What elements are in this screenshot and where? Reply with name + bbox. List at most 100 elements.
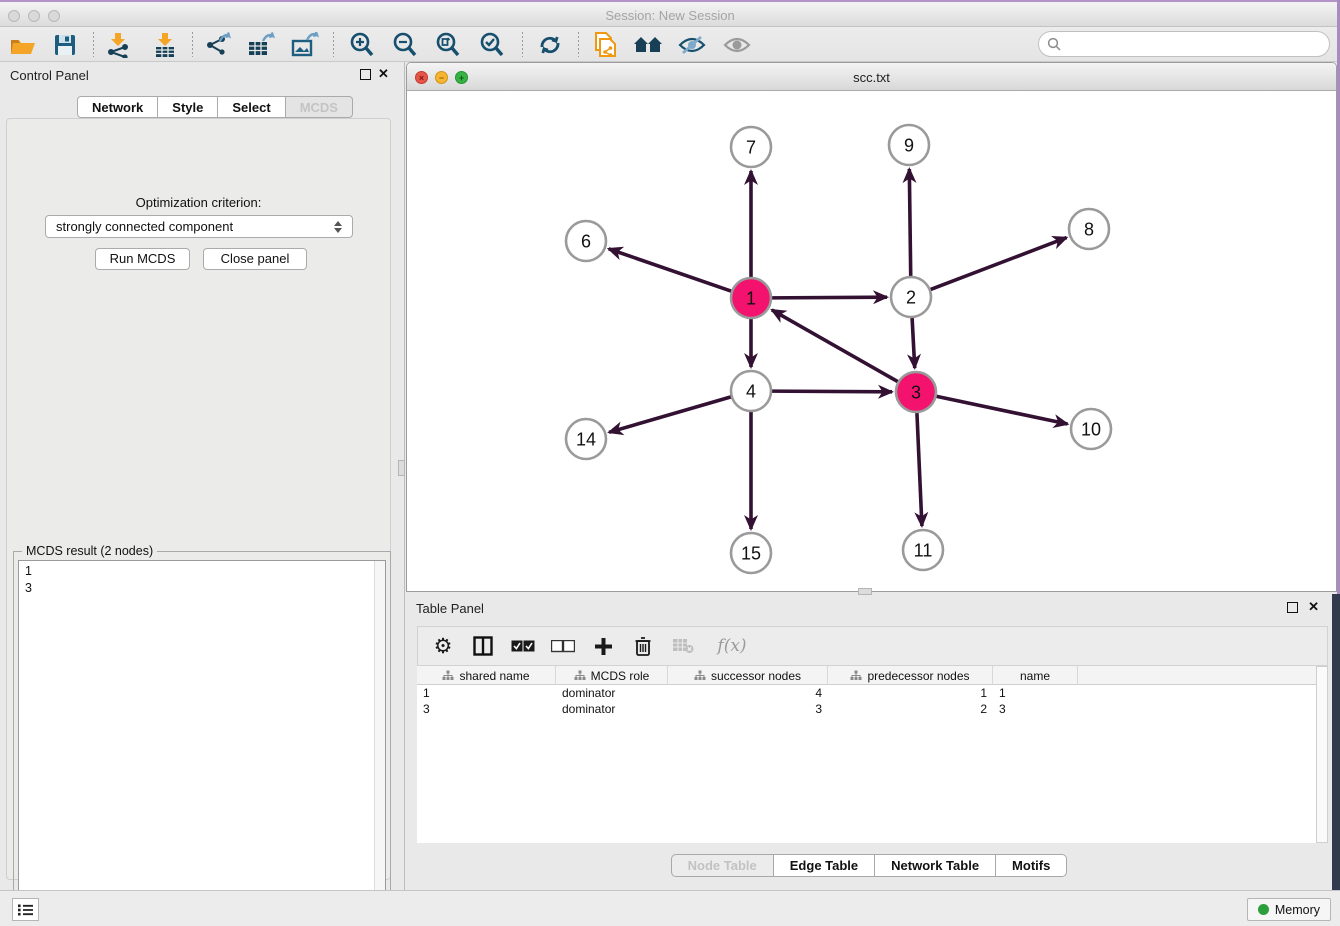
edge-3-11[interactable] (917, 412, 922, 526)
add-column-icon[interactable] (590, 633, 616, 659)
select-all-checks-icon[interactable] (510, 633, 536, 659)
edge-3-10[interactable] (936, 396, 1068, 424)
column-header-name[interactable]: name (993, 666, 1078, 685)
cell-successor-nodes-1[interactable]: 3 (668, 701, 828, 717)
tab-edge-table[interactable]: Edge Table (774, 854, 875, 877)
tab-style[interactable]: Style (158, 96, 218, 118)
vertical-splitter[interactable] (397, 62, 406, 890)
cell-predecessor-nodes-0[interactable]: 1 (828, 685, 993, 701)
open-folder-icon (10, 34, 36, 56)
edge-1-2[interactable] (771, 297, 887, 298)
export-network-button[interactable] (201, 30, 235, 59)
import-network-icon (105, 32, 131, 58)
mcds-panel: Optimization criterion: strongly connect… (6, 118, 391, 880)
edge-2-8[interactable] (930, 238, 1067, 290)
export-table-button[interactable] (244, 30, 278, 59)
control-panel-close-button[interactable]: ✕ (378, 66, 389, 82)
column-header-successor-nodes[interactable]: successor nodes (668, 666, 828, 685)
show-columns-icon[interactable] (470, 633, 496, 659)
network-canvas[interactable]: 1234678910111415 (407, 91, 1336, 592)
node-table[interactable]: shared nameMCDS rolesuccessor nodesprede… (417, 666, 1316, 843)
network-view-window: × − + scc.txt 1234678910111415 (406, 62, 1337, 592)
toolbar-separator (578, 32, 579, 57)
column-header-shared-name[interactable]: shared name (417, 666, 556, 685)
cell-predecessor-nodes-1[interactable]: 2 (828, 701, 993, 717)
export-image-button[interactable] (288, 30, 322, 59)
table-row-0[interactable]: 1dominator411 (417, 685, 1316, 701)
houses-icon (633, 34, 663, 56)
table-scrollbar[interactable] (1316, 666, 1328, 843)
mcds-result-scrollbar[interactable] (374, 561, 385, 926)
horizontal-splitter-grip[interactable] (858, 588, 872, 595)
hide-selected-button[interactable] (675, 30, 709, 59)
table-tabbar: Node TableEdge TableNetwork TableMotifs (406, 854, 1332, 877)
cell-mcds-role-0[interactable]: dominator (556, 685, 668, 701)
control-panel-float-button[interactable] (360, 69, 371, 80)
optimization-criterion-select[interactable]: strongly connected component (45, 215, 353, 238)
desktop-strip (1332, 594, 1340, 890)
run-mcds-button[interactable]: Run MCDS (95, 248, 190, 270)
zoom-selected-button[interactable] (475, 30, 509, 59)
table-panel: Table Panel ✕ ⚙ f( (406, 595, 1332, 890)
edge-3-1[interactable] (772, 310, 899, 382)
table-row-1[interactable]: 3dominator323 (417, 701, 1316, 717)
column-header-mcds-role[interactable]: MCDS role (556, 666, 668, 685)
edge-2-9[interactable] (909, 169, 910, 277)
refresh-view-button[interactable] (533, 30, 567, 59)
zoom-fit-button[interactable] (431, 30, 465, 59)
zoom-in-button[interactable] (345, 30, 379, 59)
tab-motifs[interactable]: Motifs (996, 854, 1067, 877)
tab-node-table[interactable]: Node Table (671, 854, 774, 877)
cell-name-0[interactable]: 1 (993, 685, 1078, 701)
network-window-title: scc.txt (407, 70, 1336, 85)
edge-2-3[interactable] (912, 317, 915, 368)
eye-icon (723, 34, 751, 56)
delete-table-icon[interactable] (670, 633, 696, 659)
table-panel-float-button[interactable] (1287, 602, 1298, 613)
search-input[interactable] (1061, 34, 1329, 54)
control-panel-header: Control Panel ✕ (0, 62, 397, 88)
import-network-button[interactable] (101, 30, 135, 59)
cell-name-1[interactable]: 3 (993, 701, 1078, 717)
mcds-result-textarea[interactable]: 1 3 (18, 560, 386, 926)
column-header-predecessor-nodes[interactable]: predecessor nodes (828, 666, 993, 685)
chevron-updown-icon (334, 221, 342, 233)
edge-4-14[interactable] (609, 397, 732, 433)
cell-successor-nodes-0[interactable]: 4 (668, 685, 828, 701)
tab-network-table[interactable]: Network Table (875, 854, 996, 877)
toolbar-separator (333, 32, 334, 57)
import-table-button[interactable] (148, 30, 182, 59)
save-session-button[interactable] (48, 30, 82, 59)
table-options-gear-icon[interactable]: ⚙ (430, 633, 456, 659)
deselect-all-checks-icon[interactable] (550, 633, 576, 659)
tab-mcds[interactable]: MCDS (286, 96, 353, 118)
toolbar-separator (93, 32, 94, 57)
delete-column-trash-icon[interactable] (630, 633, 656, 659)
search-field[interactable] (1038, 31, 1330, 57)
toolbar-separator (522, 32, 523, 57)
export-image-icon (291, 32, 319, 58)
home-view-button[interactable] (631, 30, 665, 59)
cell-shared-name-1[interactable]: 3 (417, 701, 556, 717)
cell-shared-name-0[interactable]: 1 (417, 685, 556, 701)
close-panel-button[interactable]: Close panel (203, 248, 307, 270)
zoom-out-button[interactable] (388, 30, 422, 59)
splitter-grip[interactable] (398, 460, 405, 476)
table-body: 1dominator4113dominator323 (417, 685, 1316, 717)
function-builder-button[interactable]: f(x) (710, 633, 754, 659)
zoom-in-icon (349, 32, 375, 58)
tab-network[interactable]: Network (77, 96, 158, 118)
edge-1-6[interactable] (609, 249, 732, 292)
control-panel: Control Panel ✕ NetworkStyleSelectMCDS O… (0, 62, 397, 890)
open-session-button[interactable] (6, 30, 40, 59)
cell-mcds-role-1[interactable]: dominator (556, 701, 668, 717)
task-history-button[interactable] (12, 898, 39, 921)
memory-button[interactable]: Memory (1247, 898, 1331, 921)
node-label-1: 1 (746, 288, 756, 308)
clone-network-button[interactable] (588, 30, 622, 59)
edge-4-3[interactable] (771, 391, 892, 392)
show-all-button[interactable] (720, 30, 754, 59)
tab-select[interactable]: Select (218, 96, 285, 118)
table-panel-header: Table Panel ✕ (406, 595, 1332, 621)
table-panel-close-button[interactable]: ✕ (1308, 599, 1319, 615)
